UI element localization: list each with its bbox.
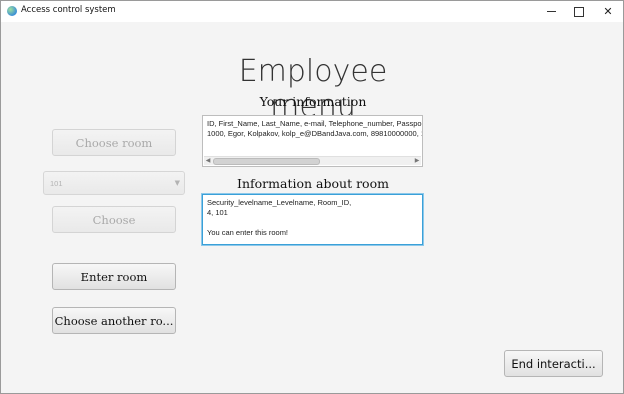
room-select-value: 101	[50, 179, 63, 188]
scroll-left-icon[interactable]: ◀	[204, 157, 212, 165]
choose-room-button[interactable]: Choose room	[52, 129, 176, 156]
choose-button[interactable]: Choose	[52, 206, 176, 233]
title-bar[interactable]: Access control system ✕	[1, 1, 623, 22]
your-information-text: ID, First_Name, Last_Name, e-mail, Telep…	[207, 119, 422, 138]
room-information-text: Security_levelname_Levelname, Room_ID, 4…	[207, 198, 352, 237]
app-window: Access control system ✕ Employee menu Yo…	[0, 0, 624, 394]
room-select[interactable]: 101 ▼	[43, 171, 185, 195]
main-content: Employee menu Your information ID, First…	[1, 22, 623, 393]
maximize-button[interactable]	[564, 1, 594, 22]
horizontal-scrollbar[interactable]: ◀ ▶	[204, 156, 421, 165]
room-information-label: Information about room	[237, 176, 389, 191]
end-interaction-button[interactable]: End interacti...	[504, 350, 603, 377]
your-information-textarea[interactable]: ID, First_Name, Last_Name, e-mail, Telep…	[202, 115, 423, 167]
app-icon	[7, 6, 17, 16]
window-title: Access control system	[21, 5, 116, 15]
scrollbar-thumb[interactable]	[213, 158, 320, 165]
chevron-down-icon: ▼	[174, 179, 180, 187]
close-icon: ✕	[603, 5, 613, 18]
page-title: Employee menu	[238, 54, 388, 124]
minimize-button[interactable]	[536, 1, 566, 22]
your-information-label: Your information	[259, 94, 367, 109]
enter-room-button[interactable]: Enter room	[52, 263, 176, 290]
close-button[interactable]: ✕	[593, 1, 623, 22]
choose-another-room-button[interactable]: Choose another ro...	[52, 307, 176, 334]
minimize-icon	[546, 11, 556, 12]
scroll-right-icon[interactable]: ▶	[413, 157, 421, 165]
room-information-textarea[interactable]: Security_levelname_Levelname, Room_ID, 4…	[202, 194, 423, 245]
maximize-icon	[574, 6, 584, 17]
